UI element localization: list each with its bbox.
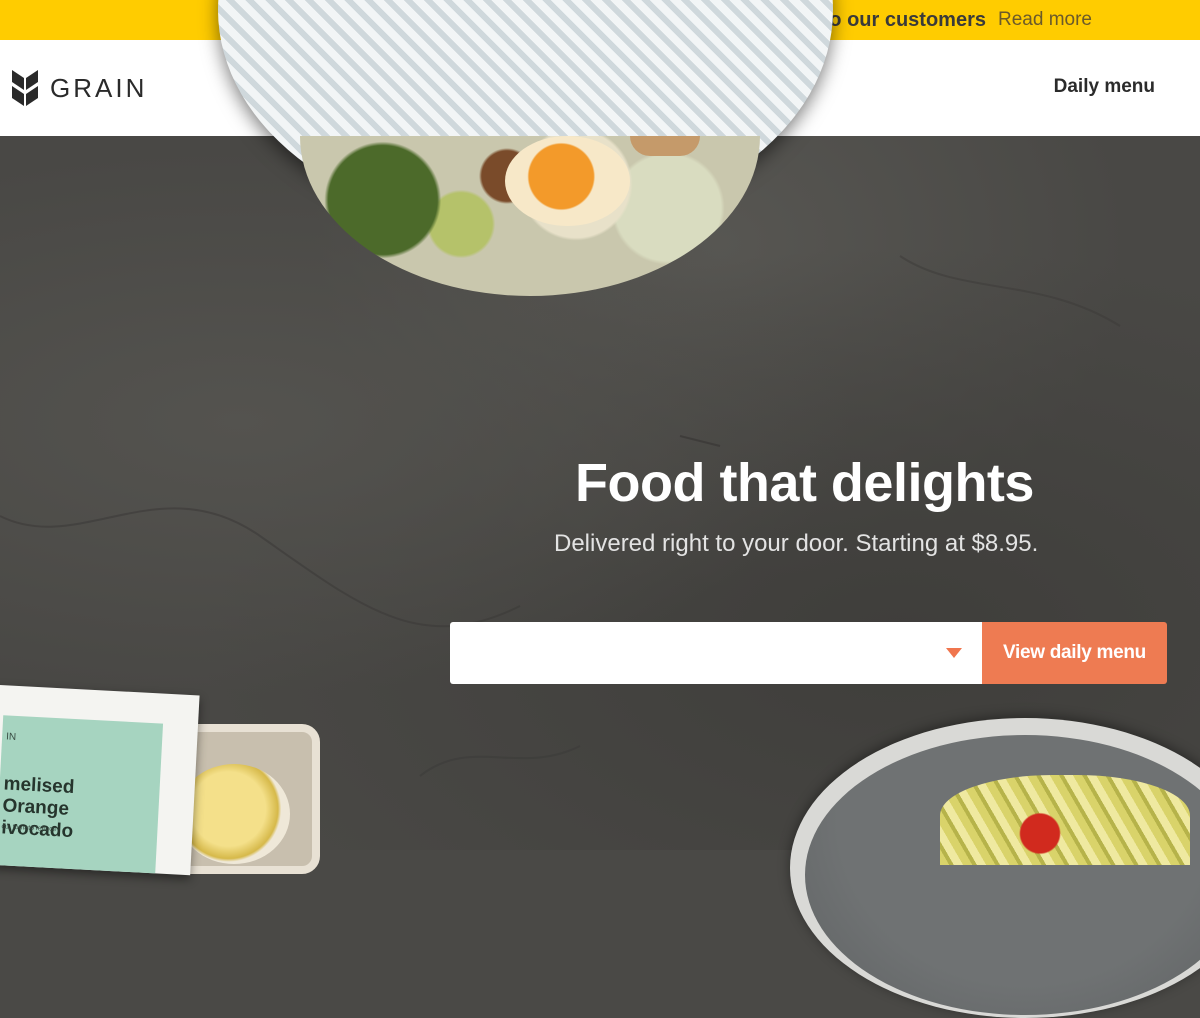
label-meal-name: melised Orange ivocado	[0, 773, 75, 843]
tofu-topping	[630, 136, 700, 156]
meal-package-image: IN melised Orange ivocado cu, tomato let…	[0, 684, 335, 880]
view-daily-menu-button[interactable]: View daily menu	[982, 622, 1167, 684]
hero-headline: Food that delights	[575, 453, 1034, 513]
egg-topping	[505, 136, 630, 226]
hero-subline: Delivered right to your door. Starting a…	[554, 530, 1039, 557]
pasta-salad-food	[940, 775, 1190, 865]
nav-daily-menu[interactable]: Daily menu	[1054, 76, 1155, 98]
meal-label-card: IN melised Orange ivocado cu, tomato let…	[0, 684, 200, 876]
read-more-link[interactable]: Read more	[998, 9, 1092, 31]
caret-down-icon	[946, 648, 962, 658]
label-brand: IN	[5, 731, 17, 743]
grain-leaf-icon	[10, 68, 40, 108]
brand-logo[interactable]: GRAIN	[10, 68, 147, 108]
delivery-area-select[interactable]	[450, 622, 982, 684]
logo-text: GRAIN	[50, 72, 148, 103]
